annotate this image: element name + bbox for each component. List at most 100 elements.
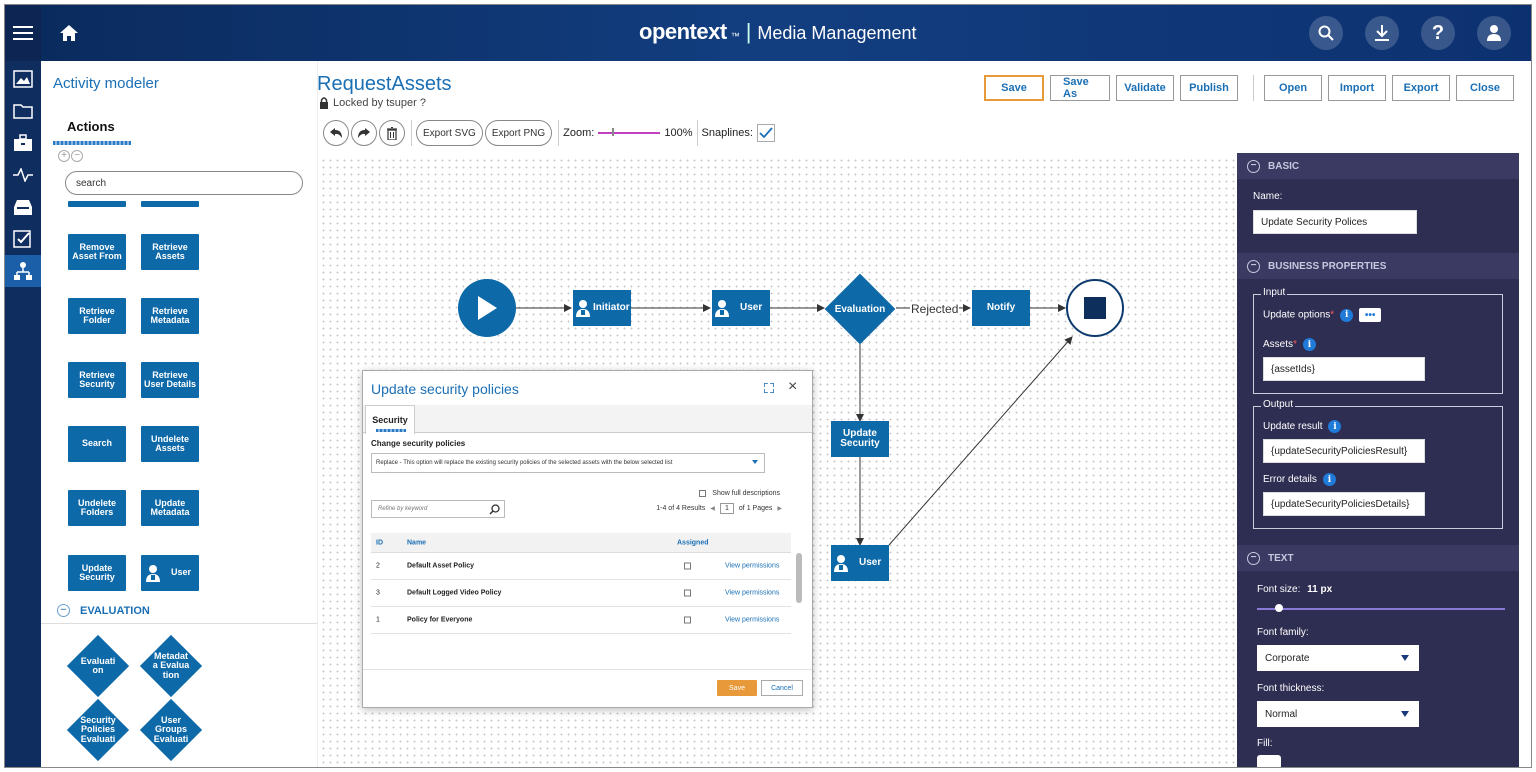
evaluation-tile-evaluation[interactable]: Evaluati on <box>66 634 130 698</box>
user-node-1[interactable]: User <box>712 290 770 326</box>
collapse-icon[interactable]: − <box>1247 159 1260 173</box>
checklist-icon[interactable] <box>5 223 41 255</box>
expand-icon[interactable] <box>762 381 776 395</box>
collapse-icon[interactable]: − <box>1247 551 1260 565</box>
export-png-button[interactable]: Export PNG <box>484 120 553 146</box>
view-permissions-link[interactable]: View permissions <box>725 617 779 624</box>
font-size-slider-handle[interactable] <box>1275 604 1283 612</box>
tab-actions[interactable]: Actions <box>67 119 115 134</box>
evaluation-tile-security-policies[interactable]: Security Policies Evaluati <box>66 698 130 762</box>
evaluation-tile-metadata[interactable]: Metadat a Evalua tion <box>139 634 203 698</box>
info-icon[interactable]: i <box>1328 420 1342 433</box>
folder-icon[interactable] <box>5 95 41 127</box>
view-permissions-link[interactable]: View permissions <box>725 563 779 570</box>
import-button[interactable]: Import <box>1328 75 1386 101</box>
user-node-2[interactable]: User <box>831 545 889 581</box>
publish-button[interactable]: Publish <box>1180 75 1238 101</box>
help-icon[interactable]: ? <box>1421 16 1455 50</box>
show-full-checkbox[interactable] <box>699 490 707 497</box>
action-tile-retrieve-user-details[interactable]: Retrieve User Details <box>141 362 199 398</box>
table-scrollbar[interactable] <box>796 553 802 603</box>
action-tile-remove-asset-from[interactable]: Remove Asset From <box>68 234 126 270</box>
info-icon[interactable]: i <box>1322 473 1336 486</box>
assigned-checkbox[interactable] <box>684 616 691 624</box>
action-tile-update-security[interactable]: Update Security <box>68 555 126 591</box>
save-button[interactable]: Save <box>984 75 1044 101</box>
column-id[interactable]: ID <box>376 539 383 546</box>
notify-node[interactable]: Notify <box>972 290 1030 326</box>
assigned-checkbox[interactable] <box>684 589 691 597</box>
open-button[interactable]: Open <box>1264 75 1322 101</box>
workflow-icon[interactable] <box>5 255 41 287</box>
font-size-slider[interactable] <box>1257 608 1505 610</box>
action-tile-update-metadata[interactable]: Update Metadata <box>141 490 199 526</box>
assigned-checkbox[interactable] <box>684 562 691 570</box>
actions-search-input[interactable] <box>65 171 303 195</box>
next-page-icon[interactable]: ▶ <box>777 505 782 512</box>
redo-icon[interactable] <box>351 120 377 146</box>
download-icon[interactable] <box>1365 16 1399 50</box>
change-policies-select[interactable]: Replace - This option will replace the e… <box>371 453 765 473</box>
dialog-cancel-button[interactable]: Cancel <box>761 680 803 696</box>
font-thickness-select[interactable]: Normal <box>1257 701 1419 727</box>
end-node[interactable] <box>1066 279 1124 337</box>
action-tile-undelete-assets[interactable]: Undelete Assets <box>141 426 199 462</box>
undo-icon[interactable] <box>323 120 349 146</box>
column-assigned[interactable]: Assigned <box>677 539 709 546</box>
basic-section-header[interactable]: − BASIC <box>1237 153 1519 179</box>
show-full-descriptions[interactable]: Show full descriptions <box>699 490 780 497</box>
start-node[interactable] <box>458 279 516 337</box>
name-field[interactable]: Update Security Polices <box>1253 210 1417 234</box>
font-family-select[interactable]: Corporate <box>1257 645 1419 671</box>
info-icon[interactable]: i <box>1340 308 1354 322</box>
evaluation-node[interactable]: Evaluation <box>822 273 898 345</box>
trash-icon[interactable] <box>379 120 405 146</box>
image-icon[interactable] <box>5 63 41 95</box>
evaluation-section-header[interactable]: − EVALUATION <box>57 604 150 617</box>
menu-icon[interactable] <box>5 5 41 61</box>
save-as-button[interactable]: Save As <box>1050 75 1110 101</box>
close-button[interactable]: Close <box>1456 75 1514 101</box>
initiator-node[interactable]: Initiator <box>573 290 631 326</box>
close-icon[interactable]: × <box>788 379 802 395</box>
update-security-node[interactable]: Update Security <box>831 421 889 457</box>
dialog-save-button[interactable]: Save <box>717 680 757 696</box>
zoom-slider[interactable] <box>598 128 661 136</box>
user-icon[interactable] <box>1477 16 1511 50</box>
palette-zoom-in-icon[interactable]: + <box>58 150 70 162</box>
search-icon[interactable] <box>489 504 500 515</box>
prev-page-icon[interactable]: ◀ <box>710 505 715 512</box>
action-tile-user[interactable]: User <box>141 555 199 591</box>
search-icon[interactable] <box>1309 16 1343 50</box>
activity-icon[interactable] <box>5 159 41 191</box>
action-tile-retrieve-folder[interactable]: Retrieve Folder <box>68 298 126 334</box>
error-details-field[interactable]: {updateSecurityPoliciesDetails} <box>1263 492 1425 516</box>
action-tile-retrieve-assets[interactable]: Retrieve Assets <box>141 234 199 270</box>
action-tile-retrieve-metadata[interactable]: Retrieve Metadata <box>141 298 199 334</box>
page-number-input[interactable]: 1 <box>719 503 734 514</box>
action-tile-undelete-folders[interactable]: Undelete Folders <box>68 490 126 526</box>
refine-keyword-input[interactable]: Refine by keyword <box>371 500 505 518</box>
action-tile-search[interactable]: Search <box>68 426 126 462</box>
collapse-icon[interactable]: − <box>57 604 70 617</box>
business-section-header[interactable]: − BUSINESS PROPERTIES <box>1237 253 1519 279</box>
info-icon[interactable]: i <box>1302 338 1316 351</box>
validate-button[interactable]: Validate <box>1116 75 1174 101</box>
export-svg-button[interactable]: Export SVG <box>416 120 483 146</box>
more-options-button[interactable]: ••• <box>1359 308 1382 322</box>
home-icon[interactable] <box>57 21 81 45</box>
column-name[interactable]: Name <box>407 539 426 546</box>
snaplines-checkbox[interactable] <box>756 124 775 142</box>
collapse-icon[interactable]: − <box>1247 259 1260 273</box>
assets-field[interactable]: {assetIds} <box>1263 357 1425 381</box>
text-section-header[interactable]: − TEXT <box>1237 545 1519 571</box>
briefcase-icon[interactable] <box>5 127 41 159</box>
update-result-field[interactable]: {updateSecurityPoliciesResult} <box>1263 439 1425 463</box>
action-tile-retrieve-security[interactable]: Retrieve Security <box>68 362 126 398</box>
tab-security[interactable]: Security <box>365 405 415 434</box>
fill-color-swatch[interactable] <box>1257 755 1281 767</box>
inbox-icon[interactable] <box>5 191 41 223</box>
evaluation-tile-user-groups[interactable]: User Groups Evaluati <box>139 698 203 762</box>
view-permissions-link[interactable]: View permissions <box>725 590 779 597</box>
export-button[interactable]: Export <box>1392 75 1450 101</box>
